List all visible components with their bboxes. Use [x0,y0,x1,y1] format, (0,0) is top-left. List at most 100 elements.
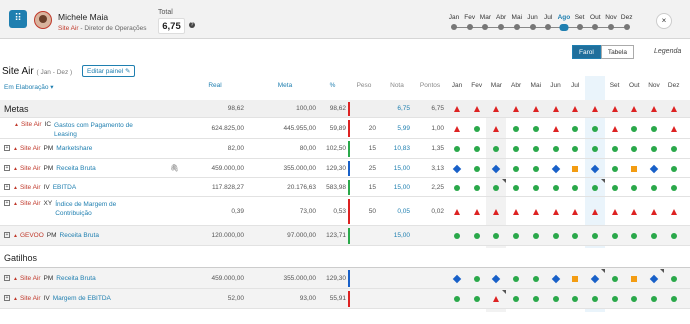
expand-icon[interactable]: + [4,183,10,190]
attachment-icon[interactable]: 🖇 [170,164,179,172]
status-marker-out[interactable] [631,296,638,302]
timeline-month-out[interactable]: Out [590,14,600,21]
collapse-arrow-icon[interactable]: ▲ [13,166,18,172]
status-marker-jul[interactable] [572,184,579,191]
status-marker-mai[interactable] [532,146,539,152]
status-marker-set[interactable] [611,275,618,282]
status-marker-dez[interactable] [670,275,677,282]
status-marker-mar[interactable] [493,233,500,239]
status-marker-out[interactable] [631,146,638,152]
status-marker-jul[interactable] [572,208,579,215]
timeline-dot-jul[interactable] [545,24,552,30]
status-marker-out[interactable] [631,125,638,132]
status-marker-jan[interactable] [454,233,460,239]
status-marker-ago[interactable] [591,296,598,302]
status-marker-ago[interactable] [591,125,598,132]
status-marker-abr[interactable] [513,106,520,112]
status-marker-jan[interactable] [454,184,460,191]
status-marker-nov[interactable] [651,106,657,112]
status-marker-mai[interactable] [532,275,539,282]
indicator-link[interactable]: Receita Bruta [56,275,95,282]
indicator-link[interactable]: Receita Bruta [60,232,99,239]
timeline-month-fev[interactable]: Fev [464,14,475,21]
status-marker-fev[interactable] [473,233,480,239]
expand-icon[interactable]: + [4,232,10,239]
status-marker-mar[interactable] [493,296,500,302]
status-marker-jul[interactable] [572,233,579,239]
status-marker-jun[interactable] [552,146,559,152]
timeline-dot-abr[interactable] [498,24,505,30]
status-marker-ago[interactable] [591,106,598,112]
status-marker-mar[interactable] [493,208,500,215]
status-marker-out[interactable] [631,233,638,239]
timeline-dot-dez[interactable] [623,24,630,30]
timeline-dot-out[interactable] [592,24,599,30]
edit-panel-button[interactable]: Editar painel ✎ [82,65,136,77]
timeline-month-jul[interactable]: Jul [544,14,552,21]
status-marker-mai[interactable] [532,296,539,302]
status-marker-set[interactable] [611,106,618,112]
expand-icon[interactable]: + [4,164,10,171]
timeline-month-nov[interactable]: Nov [605,14,617,21]
status-marker-mar[interactable] [493,146,500,152]
panels-menu-button[interactable]: ⠿ [9,10,27,28]
indicator-link[interactable]: Gastos com Pagamento de Leasing [54,121,134,139]
status-marker-ago[interactable] [591,184,598,191]
status-marker-mar[interactable] [493,106,500,112]
status-marker-jan[interactable] [454,125,460,132]
timeline-month-jan[interactable]: Jan [449,14,459,21]
status-marker-abr[interactable] [513,208,520,215]
status-marker-mai[interactable] [532,106,539,112]
status-marker-out[interactable] [631,208,638,215]
status-marker-abr[interactable] [513,165,520,172]
status-marker-jan[interactable] [454,208,460,215]
status-marker-set[interactable] [611,146,618,152]
status-marker-dez[interactable] [670,233,677,239]
timeline-month-ago[interactable]: Ago [558,14,571,21]
status-marker-fev[interactable] [473,275,480,282]
status-marker-abr[interactable] [513,146,520,152]
status-marker-jun[interactable] [552,106,559,112]
timeline-dot-mar[interactable] [482,24,489,30]
status-marker-jun[interactable] [552,125,559,132]
status-marker-out[interactable] [631,165,638,172]
status-marker-abr[interactable] [513,275,520,282]
status-marker-jul[interactable] [572,106,579,112]
legend-link[interactable]: Legenda [654,48,681,55]
status-marker-mar[interactable] [493,184,500,191]
status-marker-fev[interactable] [473,125,480,132]
status-marker-fev[interactable] [473,146,480,152]
status-marker-jul[interactable] [572,125,579,132]
timeline-month-abr[interactable]: Abr [496,14,506,21]
status-marker-jul[interactable] [572,275,579,282]
timeline-month-set[interactable]: Set [575,14,585,21]
timeline-dot-jan[interactable] [451,24,457,30]
status-dropdown[interactable]: Em Elaboração ▾ [4,83,54,91]
status-marker-abr[interactable] [513,233,520,239]
timeline-month-mar[interactable]: Mar [480,14,491,21]
status-marker-set[interactable] [611,125,618,132]
status-marker-jul[interactable] [572,146,579,152]
tabela-view-button[interactable]: Tabela [600,45,634,59]
status-marker-fev[interactable] [473,106,480,112]
status-marker-fev[interactable] [473,208,480,215]
indicator-link[interactable]: EBITDA [53,184,76,191]
status-marker-set[interactable] [611,184,618,191]
expand-icon[interactable]: + [4,145,10,152]
status-marker-mai[interactable] [532,233,539,239]
status-marker-mai[interactable] [532,125,539,132]
collapse-arrow-icon[interactable]: ▲ [13,276,18,282]
status-marker-nov[interactable] [651,184,657,191]
expand-icon[interactable]: + [4,274,10,281]
status-marker-abr[interactable] [513,125,520,132]
status-marker-jul[interactable] [572,296,579,302]
status-marker-out[interactable] [631,275,638,282]
collapse-arrow-icon[interactable]: ▲ [13,201,18,207]
status-marker-mai[interactable] [532,165,539,172]
status-marker-out[interactable] [631,184,638,191]
status-marker-jul[interactable] [572,165,579,172]
info-icon[interactable]: ? [189,22,195,28]
status-marker-set[interactable] [611,165,618,172]
timeline-month-jun[interactable]: Jun [527,14,537,21]
timeline-month-mai[interactable]: Mai [512,14,522,21]
